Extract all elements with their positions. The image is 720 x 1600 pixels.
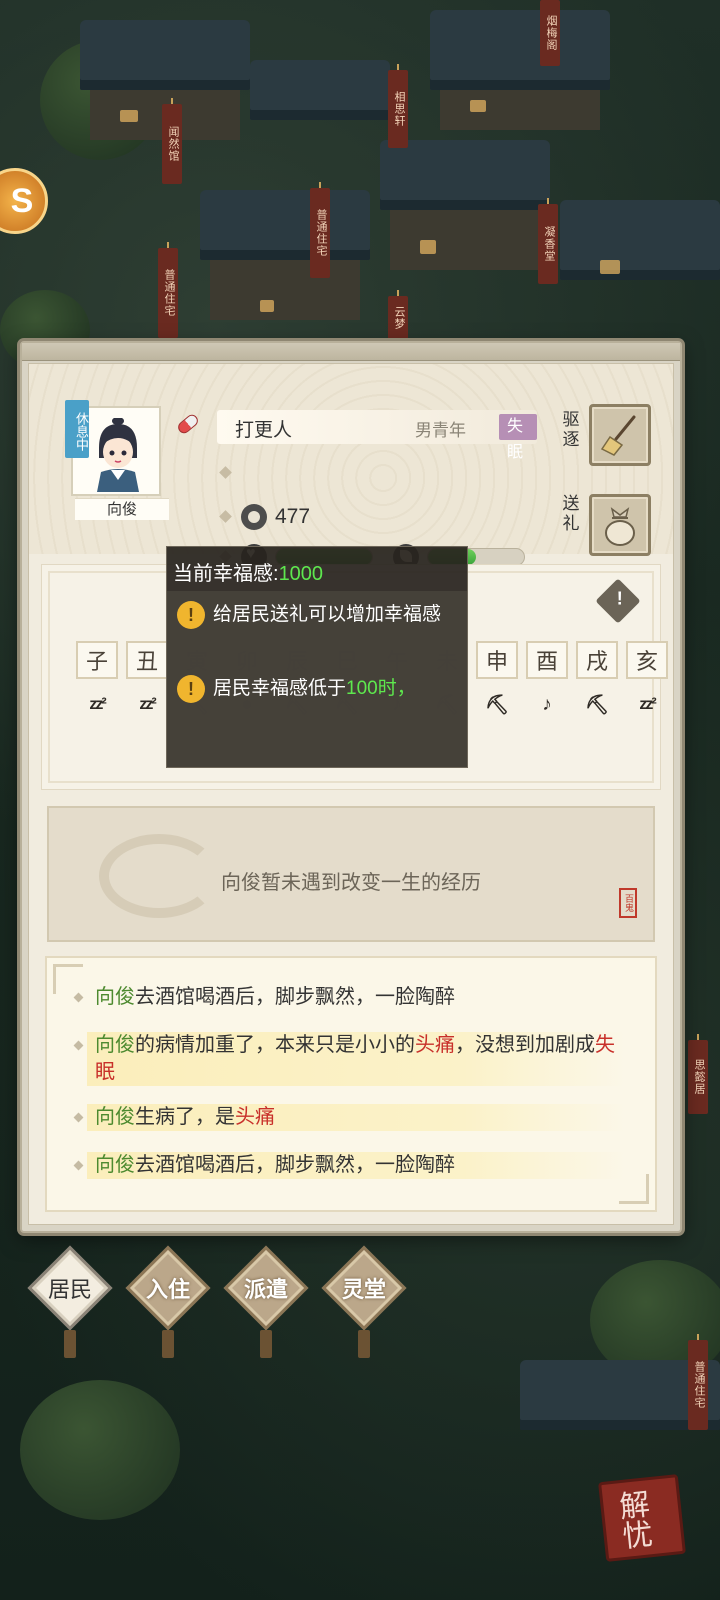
resident-portrait <box>97 418 139 492</box>
nav-label: 居民 <box>47 1277 92 1302</box>
gift-button[interactable] <box>589 494 651 556</box>
building-sign: 普通住宅 <box>158 242 178 338</box>
expel-label: 驱逐 <box>562 410 580 449</box>
gift-bag-icon <box>605 507 635 546</box>
log-keyword: 头痛 <box>235 1106 275 1128</box>
sleep-icon[interactable]: zz² <box>76 685 118 725</box>
log-text: ，没想到加剧成 <box>455 1034 595 1056</box>
sleep-icon[interactable]: zz² <box>126 685 168 725</box>
building-sign: 相思轩 <box>388 64 408 148</box>
building-sign: 闻然馆 <box>162 98 182 184</box>
tip-text: 居民幸福感低于 <box>213 678 347 699</box>
panel-body: 休息中 向俊 打更人 男青年 失眠 477 驱逐 <box>28 363 674 1225</box>
nav-tassel <box>64 1330 76 1358</box>
status-badge: 休息中 <box>65 400 89 458</box>
job-title: 打更人 <box>235 420 293 441</box>
building-sign: 普通住宅 <box>688 1334 708 1430</box>
hour-cell: 戌 <box>576 641 618 679</box>
broom-icon <box>600 415 636 456</box>
happiness-tooltip: 当前幸福感:1000 ! 给居民送礼可以增加幸福感 ! 居民幸福感低于100时， <box>166 546 468 768</box>
resident-detail-panel: 休息中 向俊 打更人 男青年 失眠 477 驱逐 <box>20 341 682 1233</box>
hour-cell: 丑 <box>126 641 168 679</box>
nav-label: 入住 <box>145 1277 190 1302</box>
tooltip-label: 当前幸福感: <box>173 563 279 585</box>
tooltip-header: 当前幸福感:1000 <box>173 557 323 586</box>
tip-value: 100时， <box>346 678 416 699</box>
nav-memorial-hall[interactable]: 灵堂 <box>321 1245 407 1358</box>
log-resident-name: 向俊 <box>95 1106 135 1128</box>
tooltip-value: 1000 <box>278 563 324 585</box>
log-text: 去酒馆喝酒后，脚步飘然，一脸陶醉 <box>135 1154 455 1176</box>
log-entry: 向俊的病情加重了，本来只是小小的头痛，没想到加剧成失眠 <box>87 1032 625 1086</box>
medicine-pill-icon[interactable] <box>175 412 201 436</box>
log-text: 的病情加重了，本来只是小小的 <box>135 1034 415 1056</box>
log-resident-name: 向俊 <box>95 986 135 1008</box>
sleep-icon[interactable]: zz² <box>626 685 668 725</box>
coin-pouch-icon <box>241 504 267 530</box>
log-resident-name: 向俊 <box>95 1034 135 1056</box>
seal-label: 解忧 <box>617 1487 655 1556</box>
red-seal-stamp: 百鬼 <box>619 888 637 918</box>
log-keyword: 头痛 <box>415 1034 455 1056</box>
nav-tassel <box>260 1330 272 1358</box>
hour-cell: 子 <box>76 641 118 679</box>
money-display: 477 <box>241 504 310 530</box>
nav-move-in[interactable]: 入住 <box>125 1245 211 1358</box>
alert-coin-icon: ! <box>177 675 205 703</box>
tip-text: 给居民送礼可以增加幸福感 <box>213 604 442 625</box>
resident-header: 休息中 向俊 打更人 男青年 失眠 477 驱逐 <box>29 364 673 570</box>
log-entry: 向俊生病了，是头痛 <box>87 1104 625 1131</box>
divider-diamond <box>219 510 232 523</box>
nav-residents[interactable]: 居民 <box>27 1245 113 1358</box>
hour-cell: 酉 <box>526 641 568 679</box>
log-entry: 向俊去酒馆喝酒后，脚步飘然，一脸陶醉 <box>87 984 625 1011</box>
log-resident-name: 向俊 <box>95 1154 135 1176</box>
resident-name: 向俊 <box>75 498 169 520</box>
tooltip-body: ! 给居民送礼可以增加幸福感 ! 居民幸福感低于100时， <box>167 591 467 767</box>
life-event-section: 向俊暂未遇到改变一生的经历 百鬼 <box>47 806 655 942</box>
money-value: 477 <box>275 505 311 528</box>
event-log[interactable]: 向俊去酒馆喝酒后，脚步飘然，一脸陶醉 向俊的病情加重了，本来只是小小的头痛，没想到… <box>45 956 657 1212</box>
jieyou-seal-button[interactable]: 解忧 <box>598 1474 686 1562</box>
building-sign: 思懿居 <box>688 1034 708 1114</box>
building-sign: 烟梅阁 <box>540 0 560 66</box>
log-entry: 向俊去酒馆喝酒后，脚步飘然，一脸陶醉 <box>87 1152 625 1179</box>
tooltip-tip: ! 给居民送礼可以增加幸福感 <box>177 601 457 629</box>
log-text: 生病了，是 <box>135 1106 235 1128</box>
building-sign: 云梦 <box>388 290 408 340</box>
tooltip-tip: ! 居民幸福感低于100时， <box>177 675 457 703</box>
gender-age-label: 男青年 <box>415 421 466 440</box>
nav-tassel <box>162 1330 174 1358</box>
divider-diamond <box>219 466 232 479</box>
nav-tassel <box>358 1330 370 1358</box>
corner-ornament <box>53 964 83 994</box>
nav-label: 灵堂 <box>341 1277 386 1302</box>
illness-badge[interactable]: 失眠 <box>499 414 537 461</box>
log-text: 去酒馆喝酒后，脚步飘然，一脸陶醉 <box>135 986 455 1008</box>
nav-label: 派遣 <box>243 1277 288 1302</box>
hour-cell: 申 <box>476 641 518 679</box>
pickaxe-icon[interactable]: ⛏ <box>476 685 518 725</box>
job-info-bar: 打更人 男青年 失眠 <box>217 410 537 461</box>
pickaxe-icon[interactable]: ⛏ <box>576 685 618 725</box>
alert-coin-icon: ! <box>177 601 205 629</box>
gift-label: 送礼 <box>562 494 580 533</box>
building-sign: 普通住宅 <box>310 182 330 278</box>
hour-cell: 亥 <box>626 641 668 679</box>
nav-dispatch[interactable]: 派遣 <box>223 1245 309 1358</box>
building-sign: 凝香堂 <box>538 198 558 284</box>
life-event-text: 向俊暂未遇到改变一生的经历 <box>221 872 481 894</box>
panel-top-bar <box>22 343 680 361</box>
music-figure-icon[interactable]: ♪ <box>526 685 568 725</box>
expel-button[interactable] <box>589 404 651 466</box>
